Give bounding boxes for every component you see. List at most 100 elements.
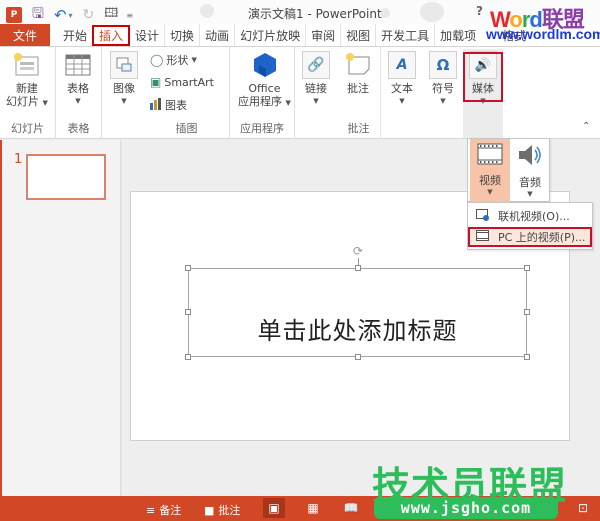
link-icon: 🔗 xyxy=(302,51,330,79)
tab-insert[interactable]: 插入 xyxy=(92,25,131,46)
film-icon xyxy=(477,143,503,168)
office-apps-icon xyxy=(250,51,278,79)
tab-addins[interactable]: 加载项 xyxy=(434,24,481,46)
chart-icon xyxy=(150,97,162,113)
dropdown-caret-icon: ▼ xyxy=(399,97,405,105)
tab-developer[interactable]: 开发工具 xyxy=(375,24,434,46)
slide-thumbnail-pane: 1 xyxy=(0,140,122,496)
undo-icon[interactable]: ↶ xyxy=(54,6,67,24)
jsgho-url-watermark: www.jsgho.com xyxy=(374,497,558,519)
group-apps: Office 应用程序 ▼ 应用程序 xyxy=(230,47,295,139)
group-tables: 表格 ▼ 表格 xyxy=(56,47,102,139)
notes-button[interactable]: ≡ 备注 xyxy=(146,502,181,518)
title-placeholder-text: 单击此处添加标题 xyxy=(257,317,458,345)
resize-handle[interactable] xyxy=(524,354,530,360)
resize-handle[interactable] xyxy=(524,265,530,271)
rotate-handle-icon[interactable]: ⟳ xyxy=(353,244,363,258)
slide-thumbnail[interactable] xyxy=(26,154,106,200)
redo-icon[interactable]: ↻ xyxy=(83,7,95,23)
symbols-button[interactable]: Ω 符号 ▼ xyxy=(429,51,457,108)
table-button[interactable]: 表格 ▼ xyxy=(64,51,92,108)
group-label-tables: 表格 xyxy=(67,122,90,135)
tab-review[interactable]: 审阅 xyxy=(305,24,340,46)
window-title: 演示文稿1 - PowerPoint xyxy=(248,7,382,21)
slide-sorter-icon: ▦ xyxy=(307,501,319,515)
text-button[interactable]: A 文本 ▼ xyxy=(388,51,416,108)
customize-qat-icon[interactable]: ≡ xyxy=(126,11,133,20)
notes-icon: ≡ xyxy=(146,503,156,517)
dropdown-caret-icon: ▼ xyxy=(440,97,446,105)
slide-number: 1 xyxy=(14,152,23,167)
group-label-apps: 应用程序 xyxy=(240,122,284,135)
film-icon xyxy=(476,229,490,245)
shapes-button[interactable]: ◯ 形状 ▼ xyxy=(150,52,197,68)
video-submenu: 联机视频(O)... PC 上的视频(P)... xyxy=(467,202,593,250)
links-button[interactable]: 🔗 链接 ▼ xyxy=(302,51,330,108)
powerpoint-logo-icon[interactable]: P xyxy=(6,7,22,23)
dropdown-caret-icon: ▼ xyxy=(42,99,48,107)
tab-home[interactable]: 开始 xyxy=(58,24,92,46)
start-from-beginning-icon[interactable]: 🖽 xyxy=(104,4,118,26)
tab-animations[interactable]: 动画 xyxy=(199,24,234,46)
office-apps-button[interactable]: Office 应用程序 ▼ xyxy=(238,51,291,110)
video-button[interactable]: 视频 ▼ xyxy=(470,139,510,203)
omega-icon: Ω xyxy=(429,51,457,79)
images-button[interactable]: 图像 ▼ xyxy=(110,51,138,108)
dropdown-caret-icon: ▼ xyxy=(313,97,319,105)
dropdown-caret-icon: ▼ xyxy=(75,97,81,105)
tab-transitions[interactable]: 切换 xyxy=(164,24,199,46)
group-illustrations: ◯ 形状 ▼ ▣ SmartArt 图表 插图 xyxy=(144,47,230,139)
smartart-button[interactable]: ▣ SmartArt xyxy=(150,75,214,89)
media-highlight-box xyxy=(463,52,503,102)
shapes-icon: ◯ xyxy=(150,53,164,67)
tab-design[interactable]: 设计 xyxy=(130,24,164,46)
table-icon xyxy=(64,51,92,79)
tab-slideshow[interactable]: 幻灯片放映 xyxy=(234,24,305,46)
group-comments: 批注 批注 xyxy=(337,47,381,139)
reading-view-button[interactable]: 📖 xyxy=(340,498,362,518)
group-label-comments: 批注 xyxy=(347,122,370,135)
speaker-icon xyxy=(517,143,543,170)
tab-file[interactable]: 文件 xyxy=(0,24,50,46)
text-icon: A xyxy=(388,51,416,79)
normal-view-button[interactable]: ▣ xyxy=(263,498,285,518)
resize-handle[interactable] xyxy=(185,354,191,360)
resize-handle[interactable] xyxy=(355,265,361,271)
comment-icon: ■ xyxy=(204,503,215,517)
dropdown-caret-icon: ▼ xyxy=(487,188,493,196)
ribbon: 新建 幻灯片 ▼ 幻灯片 表格 ▼ 表格 图像 ▼ ◯ 形状 ▼ ▣ Smart… xyxy=(0,47,600,139)
help-button[interactable]: ? xyxy=(476,4,483,18)
chart-button[interactable]: 图表 xyxy=(150,97,187,113)
collapse-ribbon-icon[interactable]: ⌃ xyxy=(582,121,590,132)
audio-button[interactable]: 音频 ▼ xyxy=(510,139,550,203)
new-slide-button[interactable]: 新建 幻灯片 ▼ xyxy=(6,51,48,110)
slide-sorter-button[interactable]: ▦ xyxy=(302,498,324,518)
title-placeholder[interactable]: ⟳ 单击此处添加标题 xyxy=(185,244,530,360)
undo-dropdown-icon[interactable]: ▾ xyxy=(69,11,73,20)
comment-icon xyxy=(344,51,372,79)
wordlm-url-watermark: www.wordlm.com xyxy=(486,26,600,42)
new-slide-icon xyxy=(13,51,41,79)
tab-view[interactable]: 视图 xyxy=(340,24,375,46)
comment-button[interactable]: 批注 xyxy=(344,51,372,95)
group-symbols: Ω 符号 ▼ xyxy=(423,47,463,139)
group-label-illustrations: 插图 xyxy=(175,122,198,135)
background-decoration xyxy=(420,2,444,22)
fit-slide-button[interactable]: ⊡ xyxy=(572,498,594,518)
group-text: A 文本 ▼ xyxy=(381,47,423,139)
group-links: 🔗 链接 ▼ xyxy=(295,47,337,139)
image-icon xyxy=(110,51,138,79)
comments-button[interactable]: ■ 批注 xyxy=(204,502,240,518)
menu-item-video-on-pc[interactable]: PC 上的视频(P)... xyxy=(468,227,592,247)
background-decoration xyxy=(200,4,214,18)
dropdown-caret-icon: ▼ xyxy=(191,56,197,64)
menu-item-online-video[interactable]: 联机视频(O)... xyxy=(470,206,590,226)
reading-view-icon: 📖 xyxy=(343,501,359,515)
normal-view-icon: ▣ xyxy=(268,501,280,515)
resize-handle[interactable] xyxy=(185,265,191,271)
group-label-slides: 幻灯片 xyxy=(11,122,44,135)
resize-handle[interactable] xyxy=(355,354,361,360)
dropdown-caret-icon: ▼ xyxy=(527,190,533,198)
media-dropdown: 视频 ▼ 音频 ▼ xyxy=(467,138,550,203)
online-video-icon xyxy=(476,208,490,224)
